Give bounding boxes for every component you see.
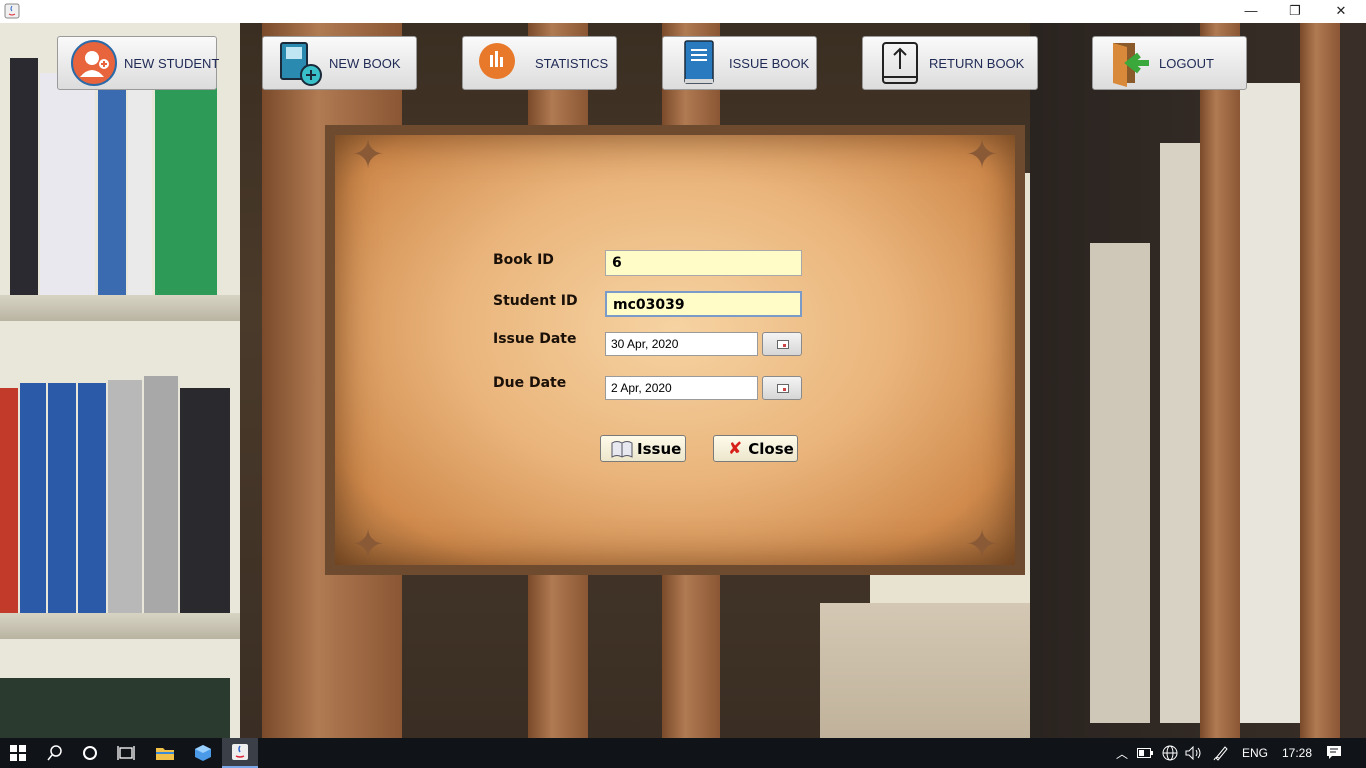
return-book-label: RETURN BOOK xyxy=(929,55,1025,71)
right-bookshelves xyxy=(1030,23,1366,738)
battery-icon xyxy=(1137,748,1153,758)
speaker-icon xyxy=(1185,746,1201,760)
search-icon xyxy=(47,745,62,761)
close-window-button[interactable]: ✕ xyxy=(1318,0,1364,23)
issue-date-field[interactable]: 30 Apr, 2020 xyxy=(605,332,758,356)
statistics-label: STATISTICS xyxy=(535,55,609,71)
start-button[interactable] xyxy=(0,738,36,768)
logout-label: LOGOUT xyxy=(1159,55,1214,71)
due-date-field[interactable]: 2 Apr, 2020 xyxy=(605,376,758,400)
close-button[interactable]: ✘ Close xyxy=(713,435,798,462)
new-student-button[interactable]: NEW STUDENT xyxy=(57,36,220,90)
minimize-button[interactable]: — xyxy=(1228,0,1274,23)
corner-ornament-icon: ✦ xyxy=(965,133,999,177)
issue-book-icon xyxy=(684,40,714,84)
student-id-field[interactable]: mc03039 xyxy=(605,291,802,317)
add-book-icon xyxy=(280,42,322,86)
folder-icon xyxy=(156,748,174,760)
logout-door-icon xyxy=(1113,43,1149,87)
chevron-up-icon: ︿ xyxy=(1115,746,1128,761)
task-view-button[interactable] xyxy=(108,738,144,768)
taskbar: ︿ ENG 17:28 xyxy=(0,738,1366,768)
book-id-field[interactable]: 6 xyxy=(605,250,802,276)
search-taskbar-button[interactable] xyxy=(38,738,72,768)
issue-date-label: Issue Date xyxy=(493,331,577,347)
return-book-icon xyxy=(882,42,918,84)
corner-ornament-icon: ✦ xyxy=(965,523,999,567)
cortana-circle-icon xyxy=(83,746,97,760)
java-app-icon xyxy=(4,3,20,19)
open-book-icon xyxy=(611,440,633,458)
calendar-icon xyxy=(777,384,789,393)
globe-icon xyxy=(1162,745,1178,761)
action-center-button[interactable] xyxy=(1320,738,1348,768)
corner-ornament-icon: ✦ xyxy=(351,523,385,567)
book-id-label: Book ID xyxy=(493,252,554,268)
task-view-icon xyxy=(117,746,135,760)
cortana-button[interactable] xyxy=(72,738,108,768)
volume-tray-button[interactable] xyxy=(1182,738,1206,768)
cube-icon xyxy=(195,745,211,761)
left-bookshelf xyxy=(0,23,240,738)
statistics-chart-icon xyxy=(479,43,515,79)
new-book-label: NEW BOOK xyxy=(329,55,401,71)
new-student-label: NEW STUDENT xyxy=(124,55,220,71)
language-indicator[interactable]: ENG xyxy=(1236,738,1274,768)
due-date-label: Due Date xyxy=(493,375,567,391)
window-titlebar: — ❐ ✕ xyxy=(0,0,1366,23)
issue-button[interactable]: Issue xyxy=(600,435,686,462)
return-book-button[interactable]: RETURN BOOK xyxy=(862,36,1038,90)
java-icon xyxy=(232,744,248,760)
show-hidden-icons-button[interactable]: ︿ xyxy=(1112,738,1132,768)
issue-date-calendar-button[interactable] xyxy=(762,332,802,356)
calendar-icon xyxy=(777,340,789,349)
due-date-calendar-button[interactable] xyxy=(762,376,802,400)
statistics-button[interactable]: STATISTICS xyxy=(462,36,617,90)
issue-button-label: Issue xyxy=(637,439,682,458)
notification-icon xyxy=(1327,746,1341,759)
app-3d-button[interactable] xyxy=(184,738,222,768)
windows-logo-icon xyxy=(10,745,26,761)
corner-ornament-icon: ✦ xyxy=(351,133,385,177)
close-button-label: Close xyxy=(748,439,794,458)
student-id-label: Student ID xyxy=(493,293,578,309)
java-app-taskbar-button[interactable] xyxy=(222,738,258,768)
battery-tray-button[interactable] xyxy=(1134,738,1156,768)
pen-tray-button[interactable] xyxy=(1208,738,1234,768)
student-avatar-icon xyxy=(71,40,117,86)
clock[interactable]: 17:28 xyxy=(1274,738,1320,768)
logout-button[interactable]: LOGOUT xyxy=(1092,36,1247,90)
new-book-button[interactable]: NEW BOOK xyxy=(262,36,417,90)
restore-button[interactable]: ❐ xyxy=(1272,0,1318,23)
network-tray-button[interactable] xyxy=(1158,738,1182,768)
file-explorer-button[interactable] xyxy=(146,738,184,768)
close-x-icon: ✘ xyxy=(728,438,743,459)
pen-icon xyxy=(1213,746,1228,761)
issue-book-label: ISSUE BOOK xyxy=(729,55,810,71)
issue-book-button[interactable]: ISSUE BOOK xyxy=(662,36,817,90)
